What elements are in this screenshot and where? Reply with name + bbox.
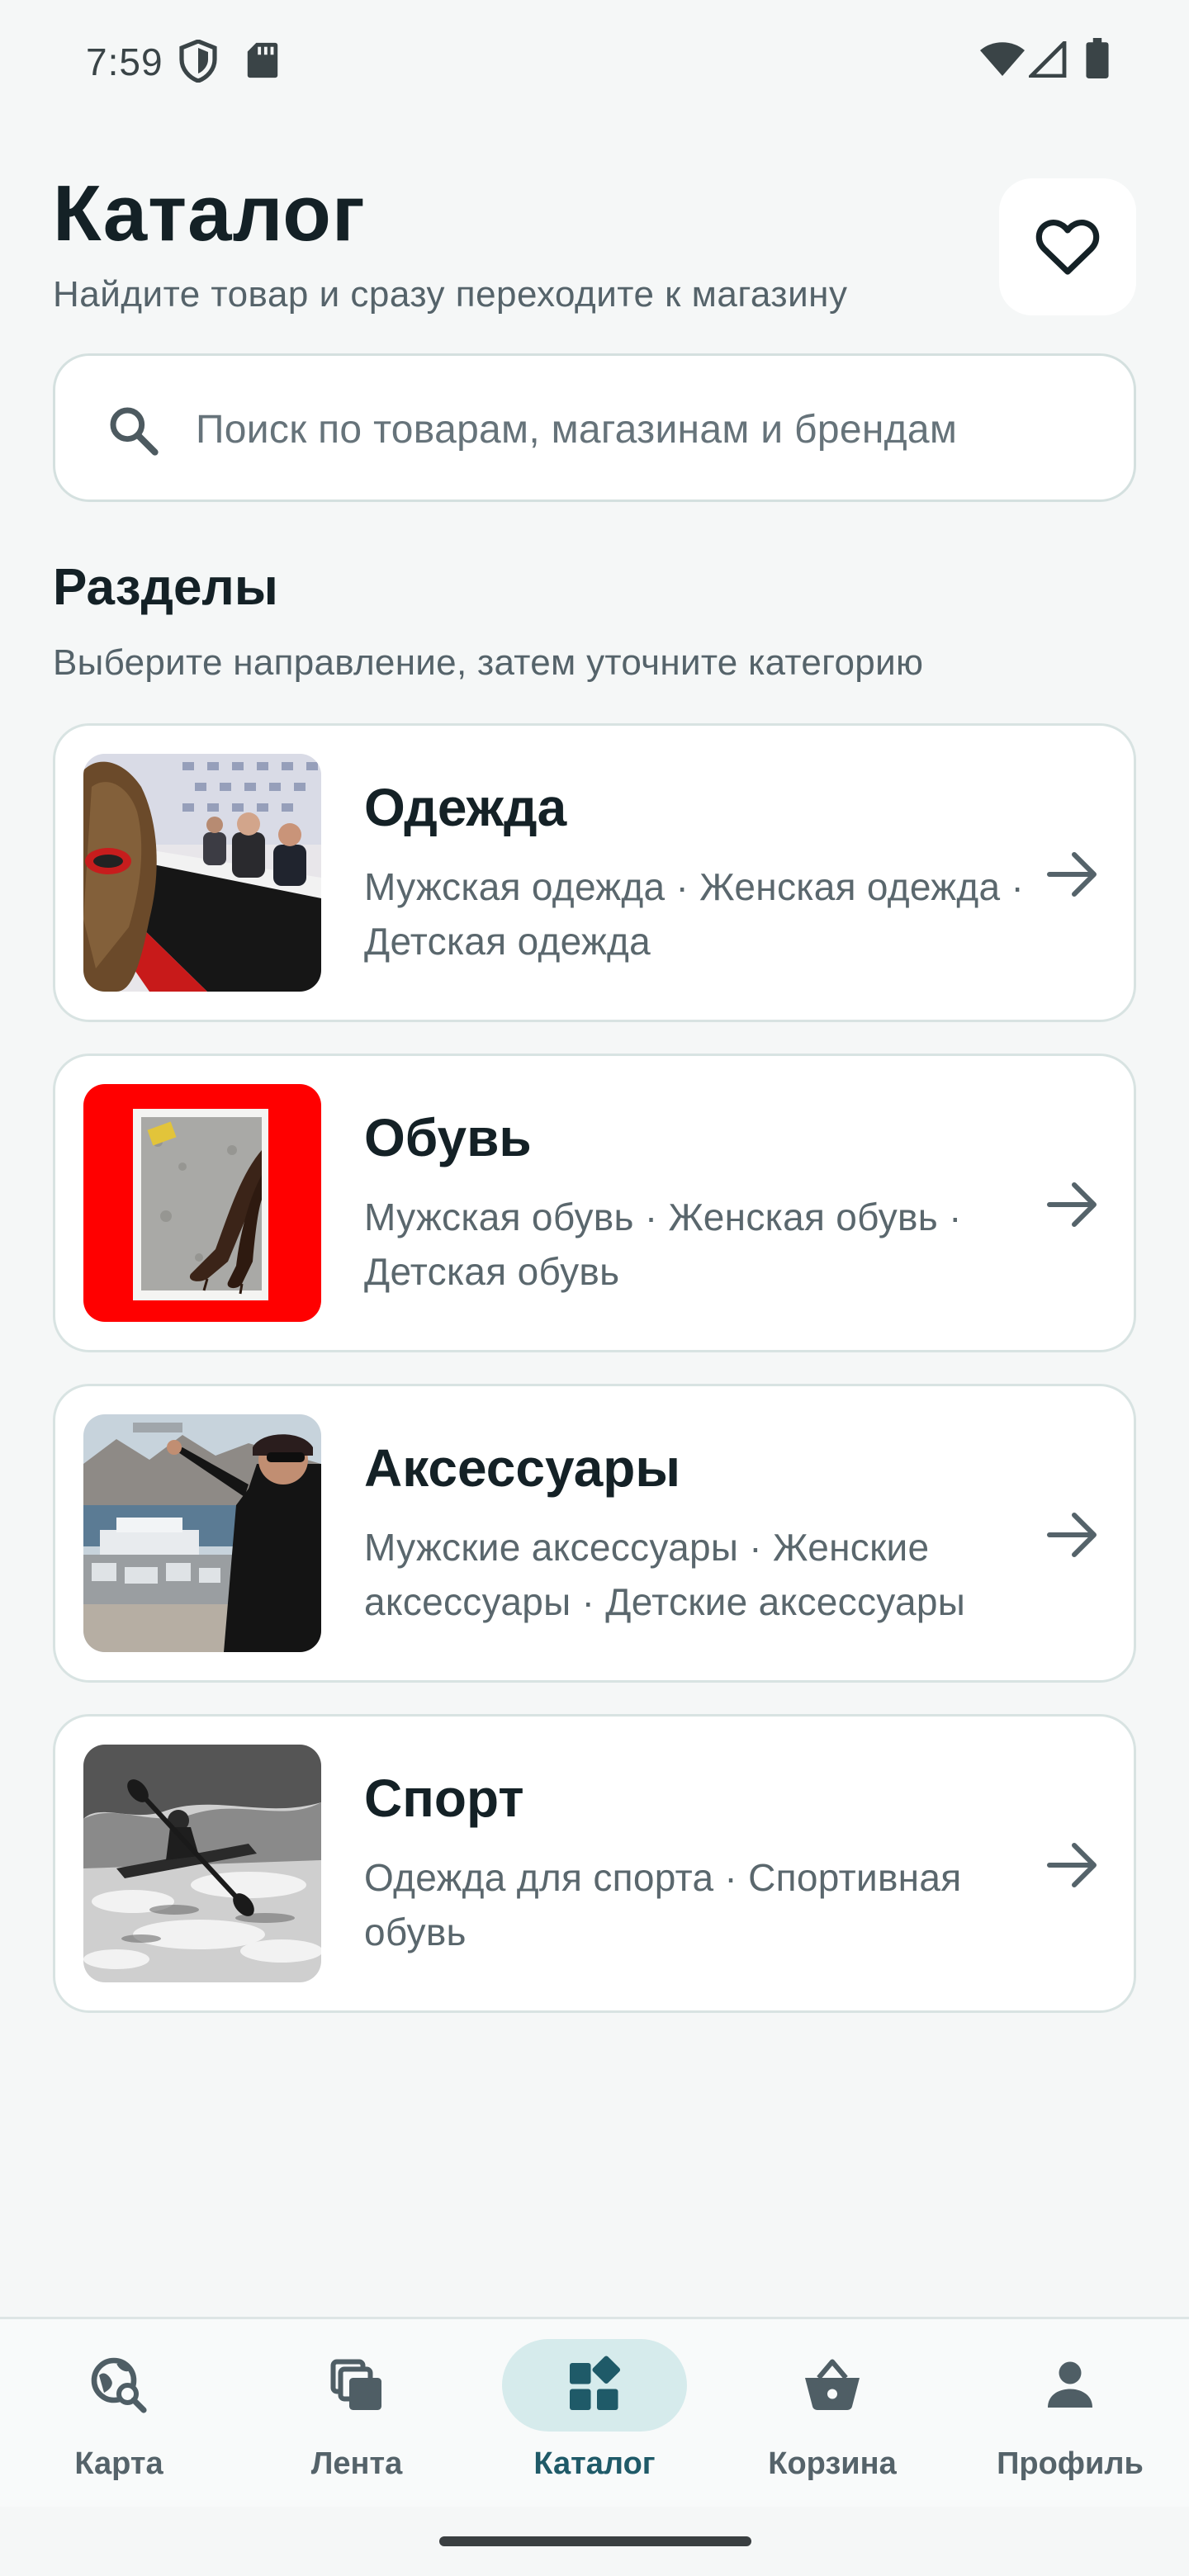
category-card-sport[interactable]: Спорт Одежда для спорта · Спортивная обу… — [53, 1714, 1136, 2013]
search-placeholder: Поиск по товарам, магазинам и брендам — [196, 408, 958, 452]
feed-icon — [330, 2359, 381, 2410]
wifi-icon — [980, 42, 1025, 76]
shield-icon — [179, 40, 217, 83]
category-card-clothing[interactable]: Одежда Мужская одежда · Женская одежда ·… — [53, 723, 1136, 1022]
arrow-right-icon — [1047, 1843, 1097, 1887]
search-input[interactable]: Поиск по товарам, магазинам и брендам — [53, 353, 1136, 502]
favorites-button[interactable] — [999, 178, 1136, 315]
section-title: Разделы — [53, 559, 278, 616]
category-card-accessories[interactable]: Аксессуары Мужские аксессуары · Женские … — [53, 1384, 1136, 1683]
nav-item-feed[interactable]: Лента — [238, 2319, 476, 2509]
nav-label: Лента — [310, 2446, 403, 2481]
category-description: Мужская одежда · Женская одежда · Детска… — [364, 865, 1025, 963]
status-time: 7:59 — [86, 40, 163, 83]
category-title: Спорт — [364, 1769, 524, 1828]
arrow-right-icon — [1047, 1513, 1097, 1557]
boots-photo — [83, 1084, 321, 1322]
profile-icon — [1048, 2361, 1092, 2408]
category-card-shoes[interactable]: Обувь Мужская обувь · Женская обувь · Де… — [53, 1054, 1136, 1352]
section-subtitle: Выберите направление, затем уточните кат… — [53, 642, 924, 683]
nav-label: Карта — [74, 2446, 163, 2481]
search-icon — [110, 407, 159, 456]
nav-label: Корзина — [768, 2446, 897, 2481]
event-photo — [83, 754, 321, 992]
battery-icon — [1086, 38, 1109, 78]
nav-label: Каталог — [533, 2446, 656, 2481]
category-title: Обувь — [364, 1108, 532, 1167]
catalog-icon — [570, 2356, 621, 2410]
kayak-photo — [83, 1745, 321, 1982]
category-thumbnail — [83, 1414, 321, 1652]
map-search-icon — [91, 2357, 147, 2413]
category-title: Одежда — [364, 778, 567, 837]
basket-icon — [805, 2359, 860, 2410]
page-subtitle: Найдите товар и сразу переходите к магаз… — [53, 274, 848, 315]
category-description: Мужские аксессуары · Женские аксессуары … — [364, 1526, 966, 1623]
nav-item-profile[interactable]: Профиль — [951, 2319, 1189, 2509]
heart-icon — [1035, 220, 1100, 275]
category-title: Аксессуары — [364, 1438, 681, 1498]
sd-card-icon — [247, 42, 278, 78]
arrow-right-icon — [1047, 1182, 1097, 1227]
page-title: Каталог — [53, 169, 366, 258]
category-thumbnail — [83, 1745, 321, 1982]
nav-label: Профиль — [997, 2446, 1144, 2481]
gesture-handle[interactable] — [439, 2536, 751, 2546]
arrow-right-icon — [1047, 852, 1097, 897]
category-thumbnail — [83, 754, 321, 992]
status-bar: 7:59 — [0, 0, 1189, 116]
nav-item-map[interactable]: Карта — [0, 2319, 238, 2509]
nav-item-catalog[interactable]: Каталог — [476, 2319, 713, 2509]
signal-icon — [1029, 41, 1067, 78]
active-indicator — [502, 2339, 687, 2432]
category-thumbnail — [83, 1084, 321, 1322]
category-description: Мужская обувь · Женская обувь · Детская … — [364, 1196, 962, 1293]
harbor-photo — [83, 1414, 321, 1652]
bottom-navigation: Карта Лента Каталог Корзина Профиль — [0, 2317, 1189, 2507]
category-description: Одежда для спорта · Спортивная обувь — [364, 1856, 962, 1953]
nav-item-cart[interactable]: Корзина — [713, 2319, 951, 2509]
